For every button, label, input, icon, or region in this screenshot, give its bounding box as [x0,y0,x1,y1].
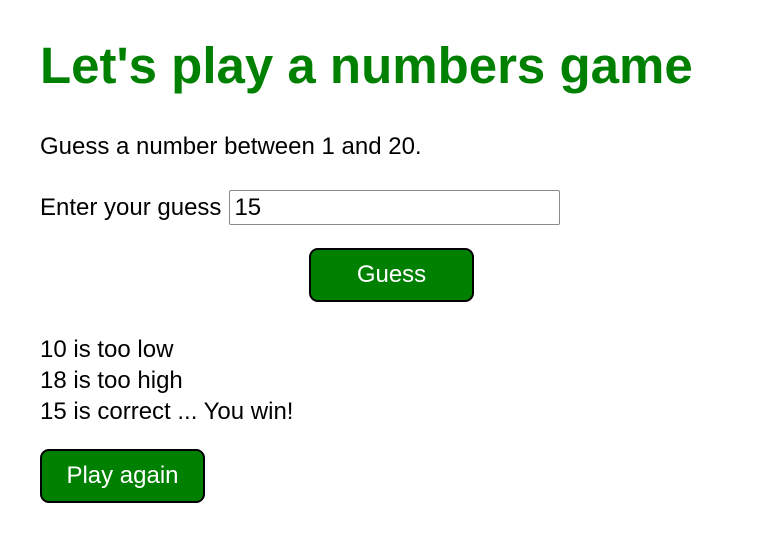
guess-label: Enter your guess [40,193,222,221]
guess-form: Enter your guess [40,189,561,226]
result-item: 15 is correct ... You win! [40,398,294,425]
result-item: 18 is too high [40,367,183,394]
instructions-text: Guess a number between 1 and 20. [40,133,422,160]
play-again-button[interactable]: Play again [40,449,205,503]
result-item: 10 is too low [40,336,174,363]
guess-input[interactable] [229,190,561,225]
guess-button[interactable]: Guess [309,248,474,302]
page-title: Let's play a numbers game [40,37,693,94]
results-list: 10 is too low 18 is too high 15 is corre… [40,334,293,427]
